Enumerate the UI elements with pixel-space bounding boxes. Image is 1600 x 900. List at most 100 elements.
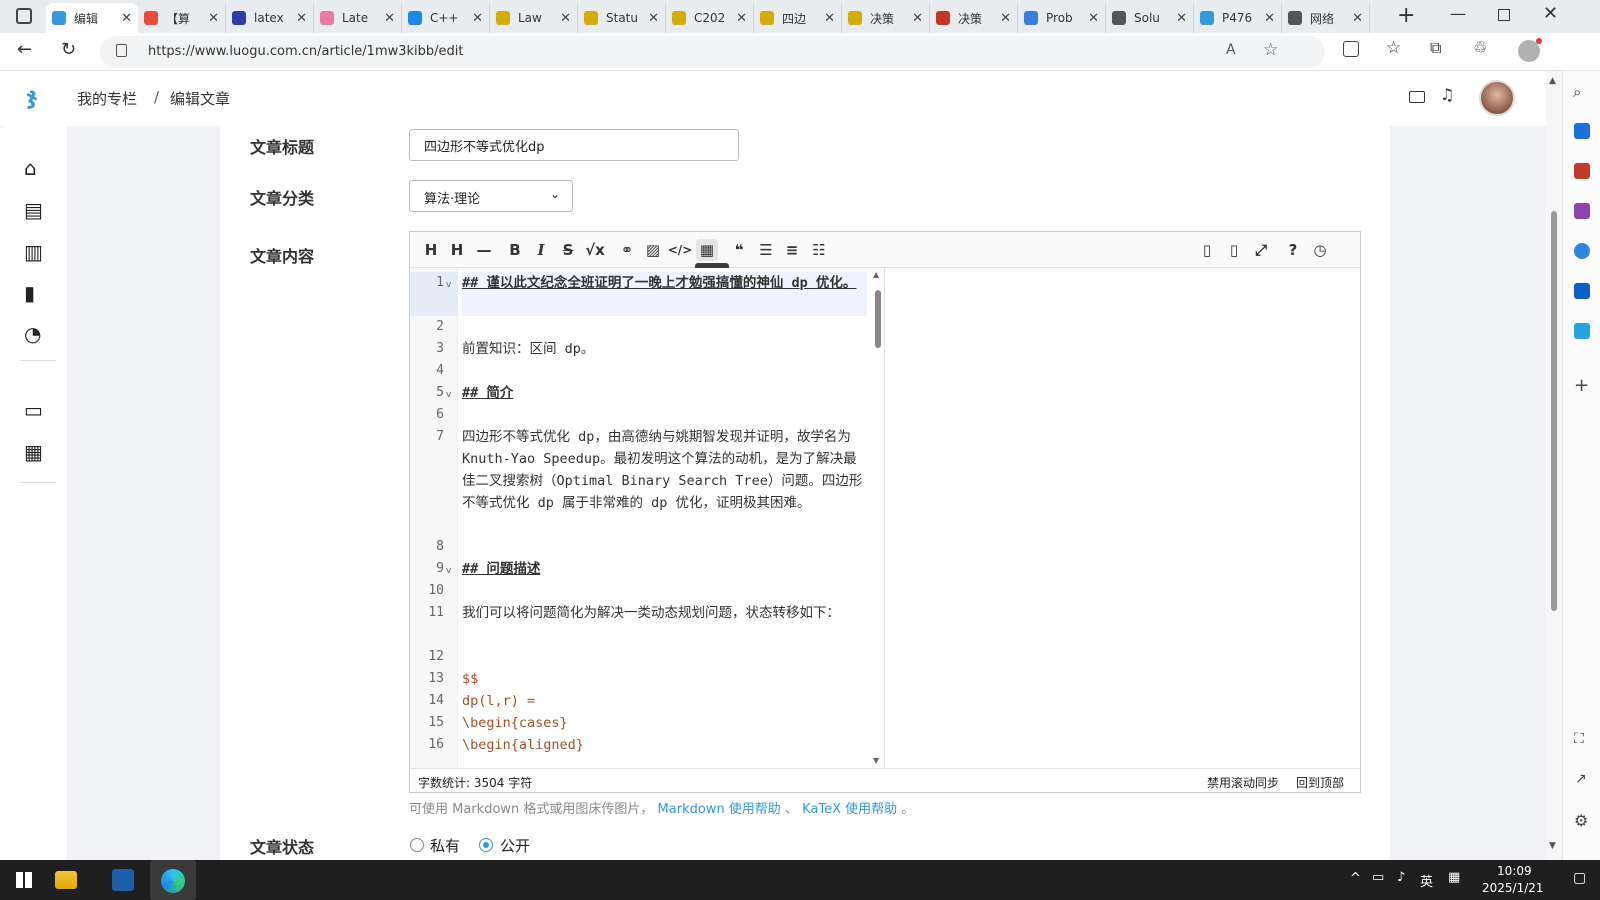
split-screen-icon[interactable] [1343,41,1359,57]
link-icon[interactable]: ⚭ [616,239,638,261]
home-icon[interactable]: ⌂ [24,156,37,180]
tab-close-icon[interactable]: ✕ [384,11,395,26]
code-line[interactable] [462,580,867,602]
task-list-icon[interactable]: ☷ [808,239,830,261]
favorite-star-icon[interactable]: ☆ [1263,40,1278,60]
favorites-icon[interactable]: ☆ [1386,38,1401,58]
pie-chart-icon[interactable]: ◔ [24,322,41,346]
browser-tab[interactable]: Late ✕ [314,3,402,33]
user-avatar[interactable] [1479,80,1515,116]
public-radio-label[interactable]: 公开 [500,835,530,856]
browser-tab[interactable]: 网络 ✕ [1282,3,1370,33]
back-icon[interactable]: ← [17,39,32,60]
fold-arrow-icon[interactable]: v [446,566,451,576]
code-line[interactable] [462,360,867,382]
code-line[interactable]: ## 简介 [462,382,867,404]
image-icon[interactable]: ▨ [642,239,664,261]
code-line[interactable]: ## 问题描述 [462,558,867,580]
minimize-button[interactable]: — [1450,4,1466,23]
code-line[interactable]: $$ [462,668,867,690]
office-icon[interactable] [1574,243,1590,259]
open-external-icon[interactable]: ↗ [1575,771,1587,787]
tab-close-icon[interactable]: ✕ [912,11,923,26]
ime-indicator[interactable]: 英 [1420,871,1433,890]
outlook-icon[interactable] [1574,283,1590,299]
shopping-tag-icon[interactable] [1574,123,1590,139]
browser-tab[interactable]: Prob ✕ [1018,3,1106,33]
tab-close-icon[interactable]: ✕ [1000,11,1011,26]
read-aloud-icon[interactable]: A [1226,42,1236,58]
code-pane[interactable]: 1 v 2 3 4 5 v 6 7 8 9 v 10 11 12 13 14 15 16 ## 谨以此文纪念全班证明… [410,268,885,768]
preview-icon[interactable]: ▯ [1223,239,1245,261]
tab-close-icon[interactable]: ✕ [1176,11,1187,26]
browser-tab[interactable]: C202 ✕ [666,3,754,33]
code-icon[interactable]: </> [668,239,693,261]
new-tab-button[interactable]: + [1397,3,1415,28]
strikethrough-icon[interactable]: S [557,239,579,261]
add-sidebar-icon[interactable]: + [1574,375,1589,396]
tab-close-icon[interactable]: ✕ [736,11,747,26]
code-line[interactable] [462,646,867,668]
tab-close-icon[interactable]: ✕ [296,11,307,26]
tab-close-icon[interactable]: ✕ [648,11,659,26]
fullscreen-icon[interactable]: ⤢ [1250,239,1272,261]
tab-close-icon[interactable]: ✕ [1088,11,1099,26]
code-line[interactable]: 四边形不等式优化 dp，由高德纳与姚期智发现并证明，故学名为 Knuth-Yao… [462,426,867,536]
editor-scroll-thumb[interactable] [875,290,881,348]
code-line[interactable] [462,404,867,426]
lock-icon[interactable] [116,44,127,57]
page-scroll-thumb[interactable] [1551,211,1557,611]
page-scroll-down-icon[interactable]: ▼ [1549,841,1556,851]
settings-icon[interactable]: ⚙ [1574,811,1588,830]
ordered-list-icon[interactable]: ≡ [781,239,803,261]
games-icon[interactable] [1574,203,1590,219]
title-input[interactable] [409,129,739,161]
quote-icon[interactable]: ❝ [728,239,750,261]
bold-icon[interactable]: B [504,239,526,261]
scroll-up-arrow-icon[interactable]: ▲ [873,270,879,279]
back-to-top-button[interactable]: 回到顶部 [1296,774,1344,791]
formula-icon[interactable]: √x [584,239,606,261]
private-radio[interactable] [410,838,424,852]
code-line[interactable] [462,536,867,558]
book-icon[interactable]: ▤ [24,198,43,222]
clock-time[interactable]: 10:09 [1497,864,1532,878]
chat-icon[interactable]: ▭ [24,398,43,422]
scroll-down-arrow-icon[interactable]: ▼ [873,756,879,765]
windows-start-icon[interactable] [16,872,32,888]
browser-tab[interactable]: 编辑 ✕ [46,3,138,33]
collections-icon[interactable]: ⧉ [1430,38,1441,58]
heading-smaller-icon[interactable]: H [446,239,468,261]
browser-tab[interactable]: P476 ✕ [1194,3,1282,33]
restore-button[interactable] [1498,9,1510,21]
category-select[interactable]: 算法·理论 ⌄ [409,180,573,212]
address-bar[interactable]: https://www.luogu.com.cn/article/1mw3kib… [100,36,1325,68]
breadcrumb-my-column[interactable]: 我的专栏 [77,88,137,109]
browser-tab[interactable]: Statu ✕ [578,3,666,33]
code-line[interactable]: dp(l,r) = [462,690,867,712]
help-icon[interactable]: ? [1282,239,1304,261]
tab-close-icon[interactable]: ✕ [208,11,219,26]
horizontal-rule-icon[interactable]: — [473,239,495,261]
unordered-list-icon[interactable]: ☰ [755,239,777,261]
tab-close-icon[interactable]: ✕ [121,11,132,26]
code-line[interactable]: 我们可以将问题简化为解决一类动态规划问题，状态转移如下： [462,602,867,646]
bell-icon[interactable]: ♫ [1440,85,1454,104]
disable-sync-button[interactable]: 禁用滚动同步 [1207,774,1279,791]
tab-close-icon[interactable]: ✕ [824,11,835,26]
tools-icon[interactable] [1574,163,1590,179]
side-by-side-icon[interactable]: ▯ [1196,239,1218,261]
browser-tab[interactable]: 决策 ✕ [842,3,930,33]
browser-tab[interactable]: 【算 ✕ [138,3,226,33]
history-icon[interactable]: ◷ [1309,239,1331,261]
tab-actions-icon[interactable] [16,8,32,24]
edge-taskbar-icon[interactable] [150,860,196,900]
public-radio[interactable] [479,838,493,852]
show-hidden-icon[interactable]: ^ [1350,871,1361,886]
file-explorer-icon[interactable] [55,871,77,889]
clipboard-icon[interactable]: ▥ [24,240,43,264]
extensions-icon[interactable]: ♲ [1473,38,1487,57]
volume-icon[interactable]: ♪ [1397,870,1405,885]
clock-date[interactable]: 2025/1/21 [1482,881,1544,895]
fold-arrow-icon[interactable]: v [446,390,451,400]
